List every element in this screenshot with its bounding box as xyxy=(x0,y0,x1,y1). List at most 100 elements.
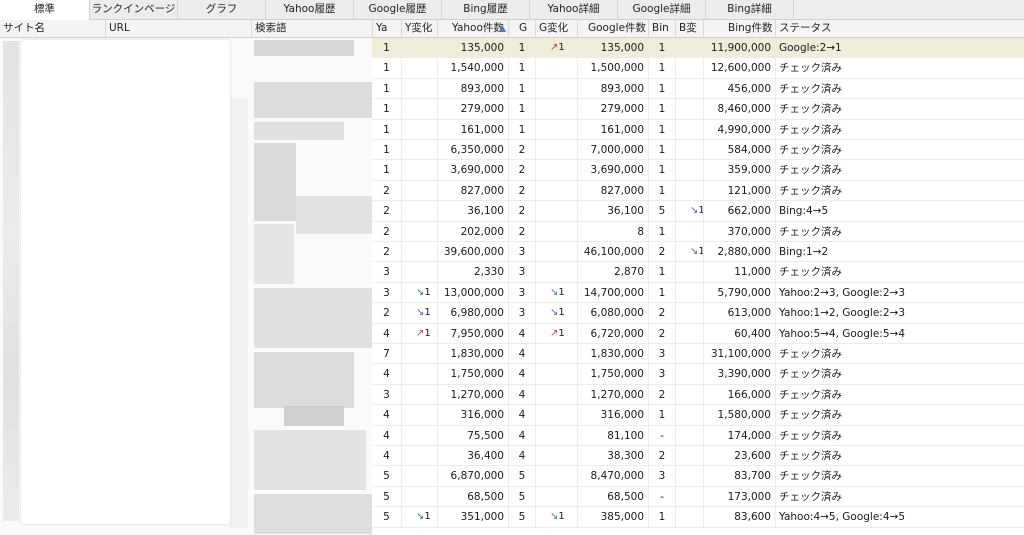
table-row[interactable]: 1 3,690,000 2 3,690,000 1 359,000 チェック済み xyxy=(372,160,1024,181)
cell-yahoo-change xyxy=(402,364,438,385)
cell-google-rank: 3 xyxy=(509,242,536,262)
tab-google-history[interactable]: Google履歴 xyxy=(354,0,442,19)
change-value: 1 xyxy=(424,307,431,319)
cell-bing-count: 584,000 xyxy=(704,140,776,160)
table-row[interactable]: 1 6,350,000 2 7,000,000 1 584,000 チェック済み xyxy=(372,140,1024,161)
cell-status: チェック済み xyxy=(779,388,842,401)
cell-google-count: 38,300 xyxy=(578,446,649,466)
table-row[interactable]: 2 ↘1 6,980,000 3 ↘1 6,080,000 2 613,000 Yahoo:1→… xyxy=(372,303,1024,324)
cell-yahoo-count: 1,750,000 xyxy=(438,364,509,385)
cell-google-count: 316,000 xyxy=(578,405,649,426)
cell-google-rank: 2 xyxy=(509,140,536,160)
cell-bing-count: 359,000 xyxy=(704,160,776,181)
cell-yahoo-rank: 4 xyxy=(372,323,402,344)
cell-google-count: 81,100 xyxy=(578,425,649,446)
table-row[interactable]: 2 827,000 2 827,000 1 121,000 チェック済み xyxy=(372,180,1024,202)
cell-google-rank: 1 xyxy=(509,78,536,99)
cell-yahoo-change xyxy=(402,201,438,222)
column-header-bing-rank[interactable]: Bin xyxy=(649,20,676,37)
cell-google-change xyxy=(536,344,578,364)
column-header-status[interactable]: ステータス xyxy=(776,20,1024,37)
cell-status: チェック済み xyxy=(779,123,842,136)
tab-yahoo-detail[interactable]: Yahoo詳細 xyxy=(530,0,618,19)
tab-google-detail[interactable]: Google詳細 xyxy=(618,0,706,19)
cell-bing-rank: 2 xyxy=(649,384,676,405)
cell-bing-rank: 2 xyxy=(649,303,676,324)
cell-status: チェック済み xyxy=(779,184,842,197)
cell-yahoo-count: 13,000,000 xyxy=(438,282,509,303)
table-row[interactable]: 5 6,870,000 5 8,470,000 3 83,700 チェック済み xyxy=(372,466,1024,487)
cell-bing-count: 662,000 xyxy=(704,201,776,222)
cell-google-change: ↘1 xyxy=(536,303,578,324)
masked-keyword-cell xyxy=(254,352,354,408)
tab-yahoo-history[interactable]: Yahoo履歴 xyxy=(266,0,354,19)
table-row[interactable]: 4 36,400 4 38,300 2 23,600 チェック済み xyxy=(372,446,1024,467)
table-row[interactable]: 236,100236,1005↘1662,000Bing:4→5 xyxy=(372,201,1024,222)
tab-graph[interactable]: グラフ xyxy=(178,0,266,19)
table-row[interactable]: 239,600,000346,100,0002↘12,880,000Bing:1… xyxy=(372,242,1024,263)
cell-yahoo-count: 893,000 xyxy=(438,78,509,99)
table-row[interactable]: 1 135,000 1 ↗1 135,000 1 11,900,000 Google:2→1 xyxy=(372,38,1024,59)
column-header-google-rank[interactable]: G xyxy=(509,20,536,37)
cell-bing-change xyxy=(676,282,704,303)
table-row[interactable]: 4 ↗1 7,950,000 4 ↗1 6,720,000 2 60,400 Yahoo:5→4… xyxy=(372,323,1024,344)
cell-bing-change xyxy=(676,507,704,528)
table-row[interactable]: 3 ↘1 13,000,000 3 ↘1 14,700,000 1 5,790,000 Yaho… xyxy=(372,282,1024,304)
table-row[interactable]: 2 202,000 2 8 1 370,000 チェック済み xyxy=(372,221,1024,242)
cell-bing-rank: 1 xyxy=(649,507,676,528)
masked-keyword-cell xyxy=(284,406,344,426)
column-header-yahoo-count[interactable]: Yahoo件数 ▲ xyxy=(438,20,509,37)
column-header-google-count[interactable]: Google件数 xyxy=(578,20,649,37)
column-header-google-change[interactable]: G変化 xyxy=(536,20,578,37)
cell-google-rank: 4 xyxy=(509,405,536,426)
cell-google-rank: 2 xyxy=(509,180,536,201)
table-row[interactable]: 3 1,270,000 4 1,270,000 2 166,000 チェック済み xyxy=(372,384,1024,406)
cell-google-rank: 1 xyxy=(509,99,536,120)
cell-yahoo-change xyxy=(402,78,438,99)
table-row[interactable]: 5 ↘1 351,000 5 ↘1 385,000 1 83,600 Yahoo:4→5, Go… xyxy=(372,507,1024,528)
table-row[interactable]: 4 75,500 4 81,100-174,000 チェック済み xyxy=(372,425,1024,446)
table-row[interactable]: 1 893,000 1 893,000 1 456,000 チェック済み xyxy=(372,78,1024,100)
column-header-yahoo-change[interactable]: Y変化 xyxy=(402,20,438,37)
tab-standard[interactable]: 標準 xyxy=(0,0,90,20)
cell-yahoo-count: 135,000 xyxy=(438,38,509,58)
column-header-site-name[interactable]: サイト名 xyxy=(0,20,106,37)
column-header-yahoo-rank[interactable]: Ya xyxy=(373,20,402,37)
cell-status: チェック済み xyxy=(779,82,842,95)
cell-bing-change xyxy=(676,78,704,99)
cell-bing-rank: 1 xyxy=(649,38,676,58)
cell-bing-count: 174,000 xyxy=(704,425,776,446)
column-header-bing-change[interactable]: B変 xyxy=(676,20,704,37)
change-value: 1 xyxy=(558,42,565,53)
table-row[interactable]: 5 68,500 5 68,500-173,000 チェック済み xyxy=(372,486,1024,508)
cell-bing-count: 370,000 xyxy=(704,221,776,242)
cell-yahoo-change xyxy=(402,486,438,507)
cell-bing-rank: 2 xyxy=(649,446,676,466)
table-row[interactable]: 1 1,540,000 1 1,500,000 1 12,600,000 チェック済み xyxy=(372,58,1024,79)
cell-yahoo-change xyxy=(402,119,438,140)
change-value: 1 xyxy=(424,327,431,339)
tab-bing-history[interactable]: Bing履歴 xyxy=(442,0,530,19)
change-value: 1 xyxy=(424,286,431,298)
cell-bing-change xyxy=(676,303,704,324)
table-row[interactable]: 4 1,750,000 4 1,750,000 3 3,390,000 チェック済み xyxy=(372,364,1024,385)
column-header-bing-count[interactable]: Bing件数 xyxy=(704,20,776,37)
column-header-url[interactable]: URL xyxy=(106,20,252,37)
change-value: 1 xyxy=(558,286,565,298)
table-row[interactable]: 1 161,000 1 161,000 1 4,990,000 チェック済み xyxy=(372,119,1024,140)
cell-google-count: 14,700,000 xyxy=(578,282,649,303)
table-row[interactable]: 1 279,000 1 279,000 1 8,460,000 チェック済み xyxy=(372,99,1024,120)
cell-google-rank: 1 xyxy=(509,58,536,79)
column-header-keyword[interactable]: 検索語 xyxy=(252,20,373,37)
masked-keyword-cell xyxy=(254,40,354,56)
table-row[interactable]: 3 2,330 3 2,870 1 11,000 チェック済み xyxy=(372,262,1024,283)
tab-bing-detail[interactable]: Bing詳細 xyxy=(706,0,794,19)
cell-google-change: ↗1 xyxy=(536,38,578,58)
table-row[interactable]: 7 1,830,000 4 1,830,000 3 31,100,000 チェック済み xyxy=(372,344,1024,365)
cell-bing-count: 23,600 xyxy=(704,446,776,466)
table-row[interactable]: 4 316,000 4 316,000 1 1,580,000 チェック済み xyxy=(372,405,1024,426)
cell-google-count: 827,000 xyxy=(578,180,649,201)
tab-rank-in-page[interactable]: ランクインページ xyxy=(90,0,178,19)
cell-google-change xyxy=(536,201,578,222)
cell-google-count: 1,830,000 xyxy=(578,344,649,364)
